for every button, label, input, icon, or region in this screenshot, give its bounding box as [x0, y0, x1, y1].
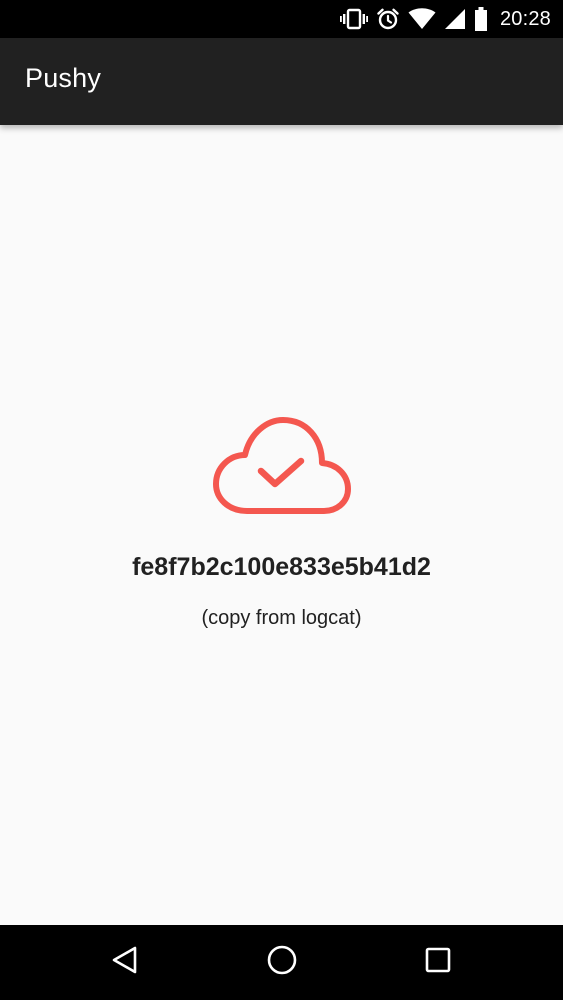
back-icon — [110, 945, 140, 980]
home-icon — [266, 944, 298, 981]
main-content: fe8f7b2c100e833e5b41d2 (copy from logcat… — [0, 125, 563, 925]
vibrate-icon — [339, 8, 368, 30]
screen: 20:28 Pushy fe8f7b2c100e833e5b41d2 (copy… — [0, 0, 563, 1000]
status-icons: 20:28 — [339, 0, 551, 38]
app-bar: Pushy — [0, 38, 563, 125]
back-button[interactable] — [80, 925, 170, 1000]
token-hint: (copy from logcat) — [201, 607, 362, 629]
status-bar: 20:28 — [0, 0, 563, 38]
cloud-check-icon — [212, 417, 352, 522]
app-title: Pushy — [25, 63, 102, 93]
device-token: fe8f7b2c100e833e5b41d2 — [132, 553, 431, 581]
wifi-icon — [408, 8, 436, 30]
cell-signal-icon — [444, 8, 466, 30]
home-button[interactable] — [237, 925, 327, 1000]
navigation-bar — [0, 925, 563, 1000]
battery-icon — [474, 7, 488, 31]
status-time: 20:28 — [499, 7, 551, 30]
recents-icon — [424, 946, 452, 979]
alarm-icon — [376, 7, 400, 31]
recents-button[interactable] — [393, 925, 483, 1000]
